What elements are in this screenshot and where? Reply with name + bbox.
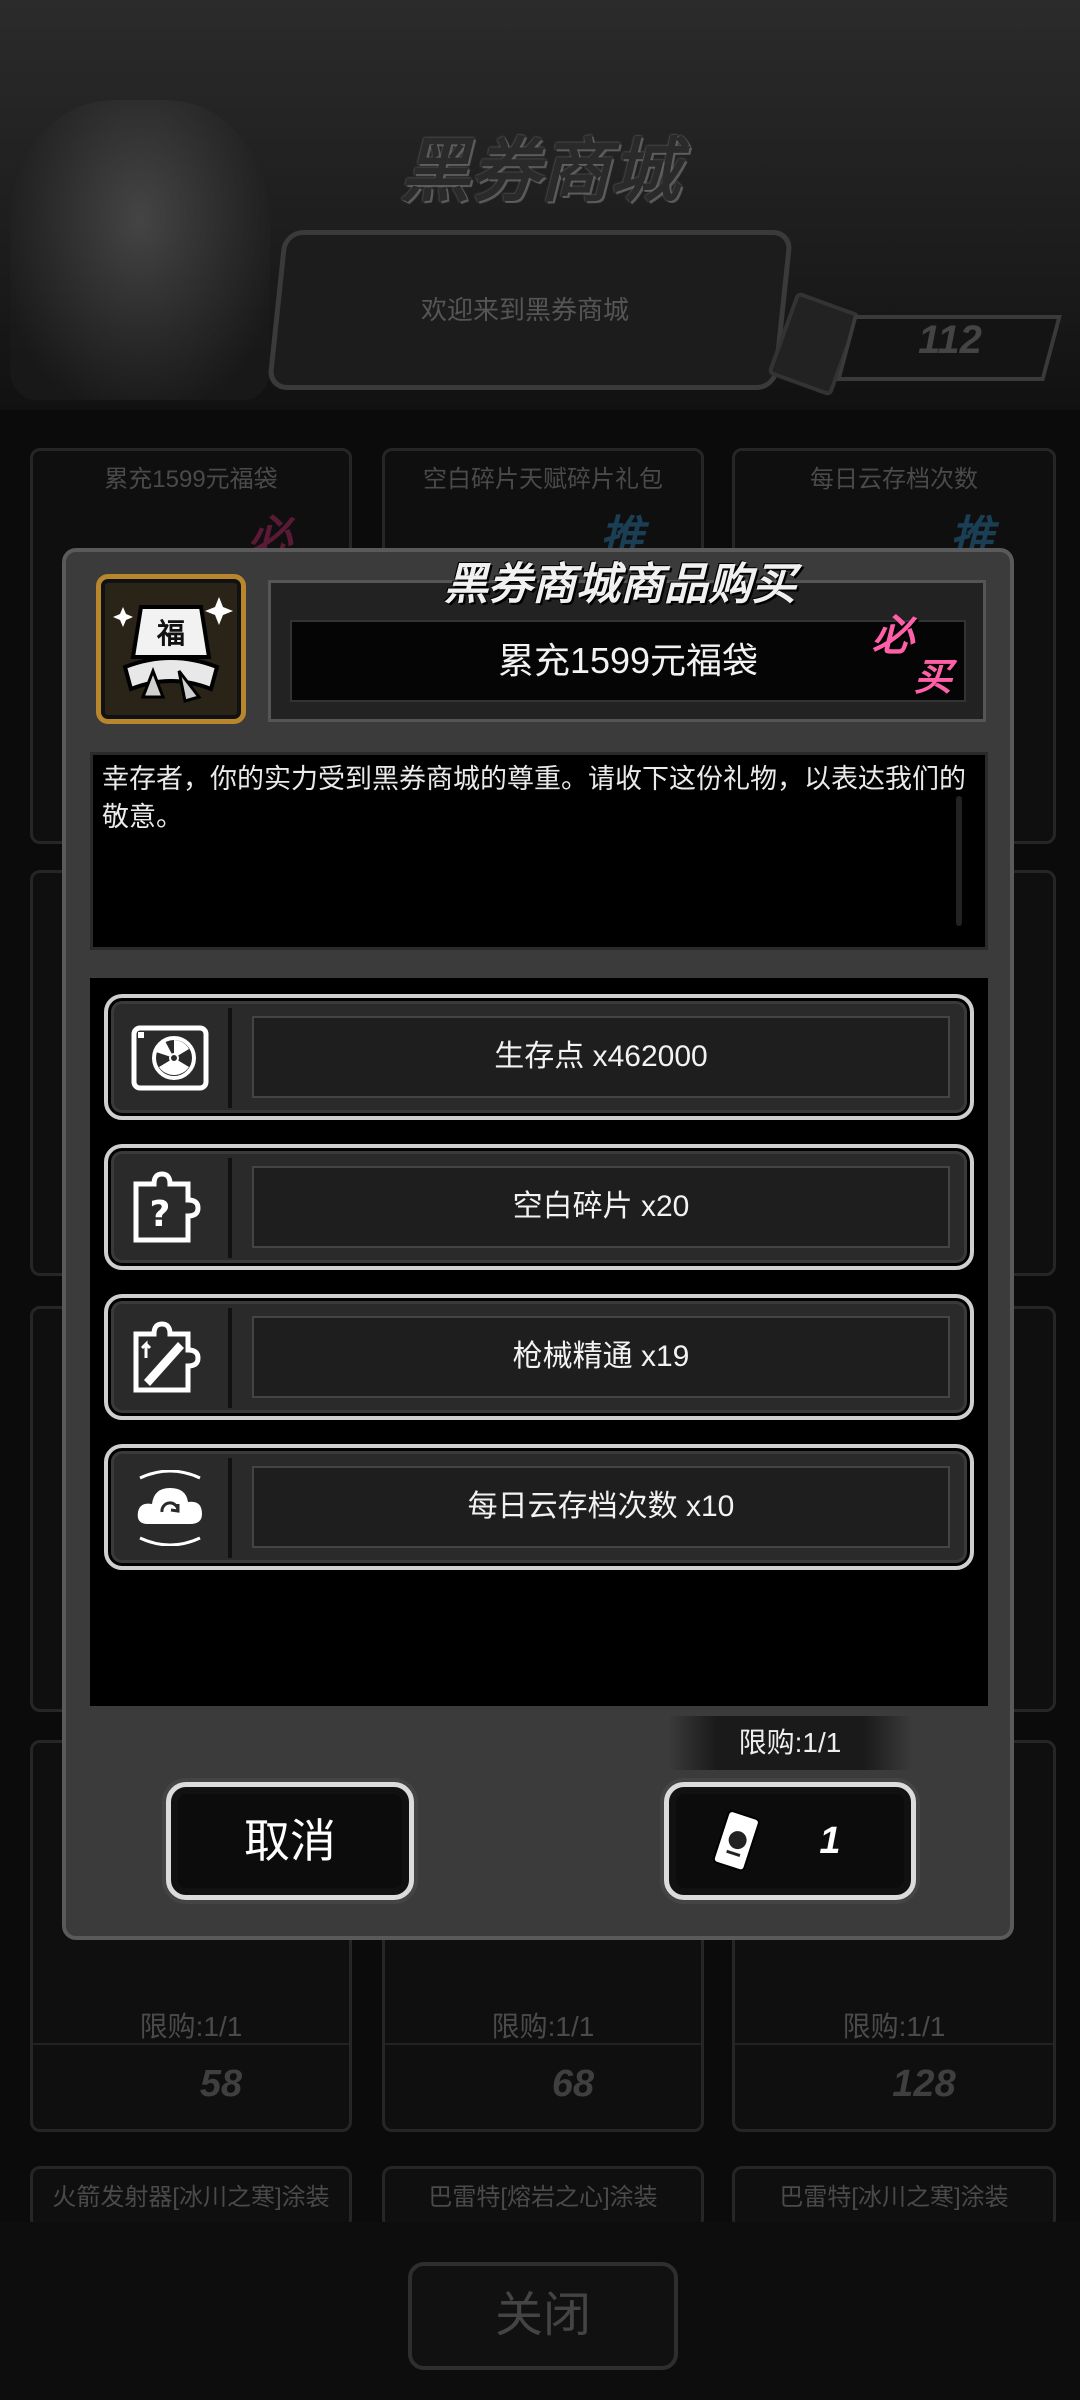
reward-item: 每日云存档次数 x10 xyxy=(104,1444,974,1570)
item-description: 幸存者，你的实力受到黑券商城的尊重。请收下这份礼物，以表达我们的敬意。 xyxy=(102,764,966,832)
shop-card: 火箭发射器[冰川之寒]涂装 xyxy=(30,2166,352,2229)
card-title: 空白碎片天赋碎片礼包 xyxy=(423,466,663,493)
card-divider xyxy=(33,2043,349,2045)
npc-portrait xyxy=(10,100,270,400)
card-limit: 限购:1/1 xyxy=(491,2011,595,2042)
shop-card: 巴雷特[熔岩之心]涂装 xyxy=(382,2166,704,2229)
purchase-limit: 限购:1/1 xyxy=(738,1727,842,1758)
lucky-bag-graphic: 福 xyxy=(113,597,233,703)
reward-label: 生存点 x462000 xyxy=(494,1040,708,1073)
cancel-button-label[interactable]: 取消 xyxy=(166,1782,414,1900)
badge-char-1: 必 xyxy=(872,612,915,659)
reward-item: ? 空白碎片 x20 xyxy=(104,1144,974,1270)
shop-card: 巴雷特[冰川之寒]涂装 xyxy=(732,2166,1056,2229)
card-divider xyxy=(385,2043,701,2045)
shop-title: 黑券商城 xyxy=(400,132,680,210)
reward-item: 枪械精通 x19 xyxy=(104,1294,974,1420)
card-divider xyxy=(735,2043,1053,2045)
card-price: 128 xyxy=(892,2063,956,2105)
radiation-icon xyxy=(131,1025,209,1091)
close-button[interactable]: 关闭 xyxy=(408,2262,678,2370)
black-ticket-icon xyxy=(712,1810,760,1872)
buy-button[interactable] xyxy=(664,1782,916,1900)
reward-divider xyxy=(228,1008,232,1108)
card-price: 68 xyxy=(551,2063,595,2105)
must-buy-badge: 必 买 xyxy=(870,602,970,699)
reward-divider xyxy=(228,1458,232,1558)
lucky-bag-icon: 福 xyxy=(96,574,246,724)
puzzle-gun-icon xyxy=(133,1321,201,1393)
item-name: 累充1599元福袋 xyxy=(497,640,759,681)
card-title: 巴雷特[冰川之寒]涂装 xyxy=(779,2184,1009,2211)
lucky-bag-char: 福 xyxy=(156,617,185,650)
buy-price[interactable]: 1 xyxy=(800,1782,860,1900)
puzzle-question-icon: ? xyxy=(133,1171,201,1243)
card-title: 每日云存档次数 xyxy=(810,466,978,493)
badge-char-2: 买 xyxy=(914,657,953,699)
reward-item: 生存点 x462000 xyxy=(104,994,974,1120)
reward-label: 空白碎片 x20 xyxy=(512,1190,690,1223)
reward-label: 枪械精通 x19 xyxy=(512,1340,690,1373)
reward-divider xyxy=(228,1308,232,1408)
card-title: 火箭发射器[冰川之寒]涂装 xyxy=(52,2184,330,2211)
description-scrollbar[interactable] xyxy=(956,796,962,926)
card-limit: 限购:1/1 xyxy=(842,2011,946,2042)
card-limit: 限购:1/1 xyxy=(139,2011,243,2042)
cloud-sync-icon xyxy=(137,1470,202,1546)
dialog-title: 黑券商城商品购买 xyxy=(444,560,796,609)
card-title: 累充1599元福袋 xyxy=(104,466,278,493)
svg-text:?: ? xyxy=(150,1194,171,1235)
reward-label: 每日云存档次数 x10 xyxy=(467,1490,735,1523)
card-price: 58 xyxy=(199,2063,243,2105)
reward-divider xyxy=(228,1158,232,1258)
welcome-text: 欢迎来到黑券商城 xyxy=(420,295,629,325)
ticket-balance: 112 xyxy=(918,318,982,362)
card-title: 巴雷特[熔岩之心]涂装 xyxy=(428,2184,658,2211)
